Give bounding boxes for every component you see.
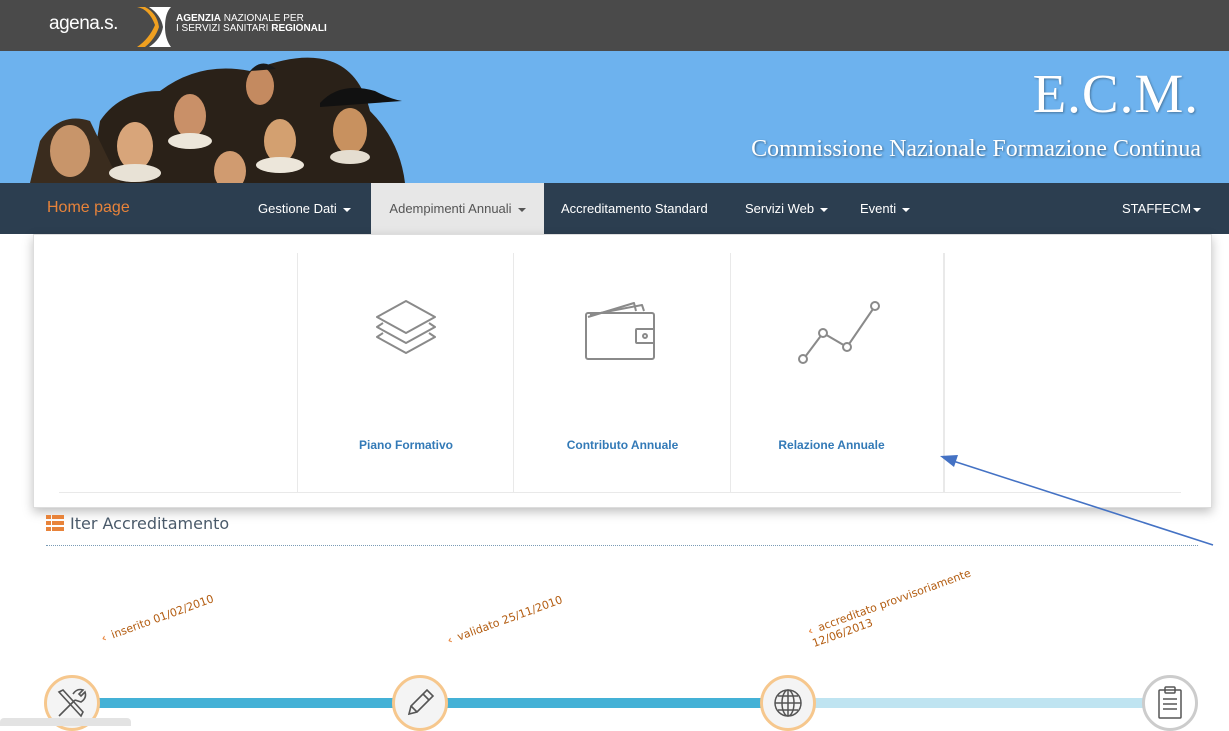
nav-home-link[interactable]: Home page <box>47 199 130 217</box>
list-icon <box>46 515 64 531</box>
iter-section-title: Iter Accreditamento <box>46 514 229 536</box>
agenas-org-line2: I SERVIZI SANITARI REGIONALI <box>176 23 327 34</box>
clipboard-icon <box>1158 686 1182 719</box>
menu-label-contributo-annuale[interactable]: Contributo Annuale <box>514 438 731 452</box>
top-bar: agena.s. AGENZIA NAZIONALE PER I SERVIZI… <box>0 0 1229 51</box>
menu-item-contributo-annuale[interactable]: Contributo Annuale <box>513 253 731 493</box>
agenas-logo-mark <box>137 7 171 47</box>
timeline-segment-done <box>446 698 764 708</box>
timeline-step-accreditato[interactable] <box>760 675 816 731</box>
caret-down-icon <box>1193 207 1202 212</box>
nav-adempimenti-annuali[interactable]: Adempimenti Annuali <box>371 183 544 234</box>
iter-section-divider <box>46 545 1198 546</box>
dropdown-divider <box>59 492 1181 493</box>
timeline-step-label: ‹inserito 01/02/2010 <box>99 592 216 645</box>
timeline-segment-done <box>96 698 396 708</box>
tools-icon <box>57 688 87 718</box>
chevron-left-icon: ‹ <box>99 631 109 645</box>
globe-icon <box>774 689 802 717</box>
caret-down-icon <box>820 207 829 212</box>
wallet-icon <box>584 302 655 360</box>
caret-down-icon <box>517 207 526 212</box>
nav-servizi-web[interactable]: Servizi Web <box>745 183 829 234</box>
timeline-step-validato[interactable] <box>392 675 448 731</box>
anatomy-lesson-painting <box>30 57 405 183</box>
bottom-tab[interactable] <box>0 718 131 726</box>
banner-subtitle: Commissione Nazionale Formazione Continu… <box>751 136 1201 162</box>
menu-label-relazione-annuale[interactable]: Relazione Annuale <box>731 438 944 452</box>
nav-accreditamento-standard[interactable]: Accreditamento Standard <box>561 183 708 234</box>
menu-empty-column <box>943 253 945 493</box>
agenas-logo-text: agena.s. <box>49 13 118 34</box>
caret-down-icon <box>902 207 911 212</box>
timeline-step-pending[interactable] <box>1142 675 1198 731</box>
chevron-left-icon: ‹ <box>445 633 455 647</box>
nav-gestione-dati[interactable]: Gestione Dati <box>258 183 351 234</box>
timeline-segment-pending <box>814 698 1146 708</box>
nav-user-menu[interactable]: STAFFECM <box>1122 183 1202 234</box>
adempimenti-dropdown-panel: Piano Formativo Contributo Annuale Relaz <box>33 234 1212 508</box>
menu-item-relazione-annuale[interactable]: Relazione Annuale <box>730 253 944 493</box>
header-banner: E.C.M. Commissione Nazionale Formazione … <box>0 51 1229 183</box>
menu-item-piano-formativo[interactable]: Piano Formativo <box>297 253 514 493</box>
layers-icon <box>376 300 436 354</box>
nav-eventi[interactable]: Eventi <box>860 183 911 234</box>
menu-label-piano-formativo[interactable]: Piano Formativo <box>298 438 514 452</box>
banner-title: E.C.M. <box>1032 63 1199 124</box>
timeline-step-label: ‹validato 25/11/2010 <box>445 593 565 647</box>
caret-down-icon <box>342 207 351 212</box>
timeline-step-label: ‹accreditato provvisoriamente 12/06/2013 <box>806 566 973 650</box>
line-chart-icon <box>797 301 880 364</box>
pencil-icon <box>407 688 435 716</box>
main-navbar: Home page Gestione Dati Adempimenti Annu… <box>0 183 1229 234</box>
